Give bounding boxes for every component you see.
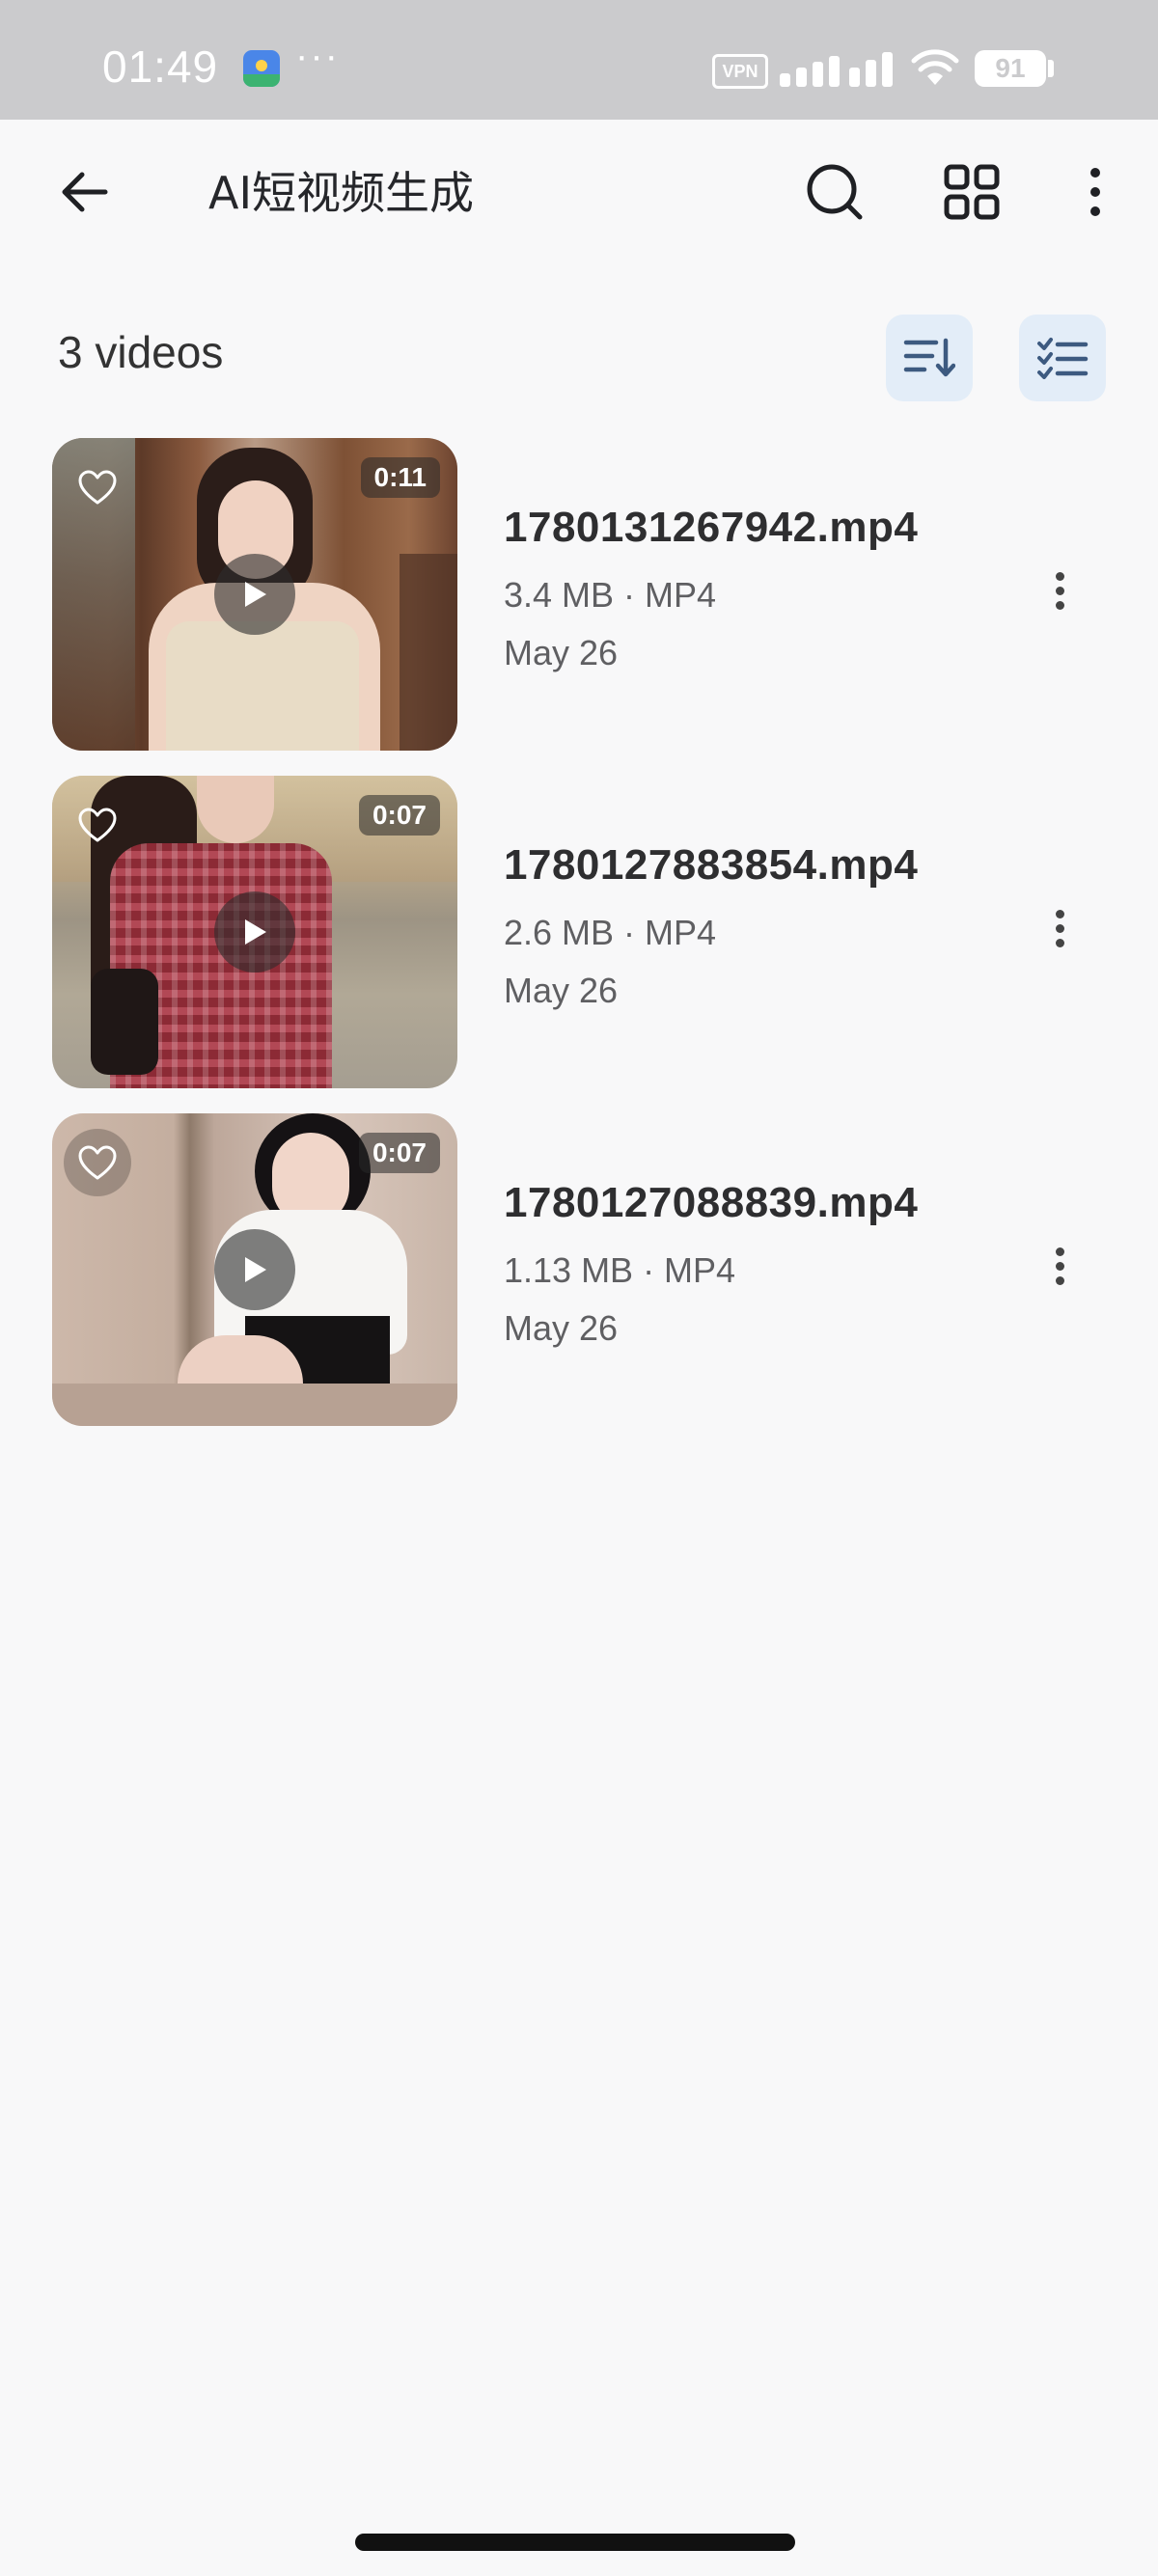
video-meta: 2.6 MB · MP4 bbox=[504, 913, 717, 952]
heart-icon bbox=[78, 470, 117, 505]
duration-badge: 0:07 bbox=[358, 1133, 440, 1173]
overflow-menu-button[interactable] bbox=[1052, 149, 1139, 235]
heart-icon bbox=[78, 1145, 117, 1180]
signal-icon bbox=[780, 48, 894, 87]
battery-cap bbox=[1048, 60, 1054, 77]
back-arrow-icon bbox=[62, 172, 108, 212]
video-filename: 1780131267942.mp4 bbox=[504, 504, 919, 551]
vpn-badge: VPN bbox=[712, 54, 768, 89]
play-button[interactable] bbox=[214, 554, 295, 635]
play-button[interactable] bbox=[214, 891, 295, 973]
duration-badge: 0:07 bbox=[358, 795, 440, 836]
video-meta: 3.4 MB · MP4 bbox=[504, 575, 717, 615]
video-count: 3 videos bbox=[58, 327, 224, 377]
video-date: May 26 bbox=[504, 971, 619, 1010]
status-more-dots: ··· bbox=[295, 35, 340, 77]
status-time: 01:49 bbox=[102, 41, 219, 92]
play-icon bbox=[245, 582, 266, 607]
wifi-icon bbox=[911, 49, 959, 85]
heart-icon bbox=[78, 808, 117, 842]
search-button[interactable] bbox=[791, 149, 878, 235]
more-vertical-icon bbox=[1055, 1247, 1064, 1285]
battery-icon: 91 bbox=[975, 50, 1046, 87]
video-thumbnail[interactable]: 0:11 bbox=[52, 438, 457, 751]
page-title: AI短视频生成 bbox=[208, 167, 475, 219]
duration-badge: 0:11 bbox=[360, 457, 440, 498]
play-icon bbox=[245, 919, 266, 945]
list-item[interactable]: 0:07 1780127088839.mp4 1.13 MB · MP4 May… bbox=[0, 1113, 1158, 1426]
item-more-button[interactable] bbox=[1023, 554, 1096, 627]
favorite-button[interactable] bbox=[64, 1129, 131, 1196]
sort-icon bbox=[903, 338, 955, 377]
list-item[interactable]: 0:07 1780127883854.mp4 2.6 MB · MP4 May … bbox=[0, 776, 1158, 1088]
more-vertical-icon bbox=[1055, 909, 1064, 947]
play-icon bbox=[245, 1257, 266, 1282]
back-button[interactable] bbox=[41, 149, 127, 235]
home-indicator[interactable] bbox=[355, 2534, 795, 2551]
video-filename: 1780127883854.mp4 bbox=[504, 841, 919, 889]
video-thumbnail[interactable]: 0:07 bbox=[52, 1113, 457, 1426]
favorite-button[interactable] bbox=[64, 791, 131, 859]
more-vertical-icon bbox=[1090, 168, 1100, 216]
item-more-button[interactable] bbox=[1023, 891, 1096, 965]
favorite-button[interactable] bbox=[64, 453, 131, 521]
status-bar: 01:49 ··· VPN 91 bbox=[0, 0, 1158, 120]
list-item[interactable]: 0:11 1780131267942.mp4 3.4 MB · MP4 May … bbox=[0, 438, 1158, 751]
video-meta: 1.13 MB · MP4 bbox=[504, 1250, 736, 1290]
app-bar: AI短视频生成 bbox=[0, 120, 1158, 262]
more-vertical-icon bbox=[1055, 571, 1064, 610]
multi-select-icon bbox=[1037, 338, 1089, 379]
play-button[interactable] bbox=[214, 1229, 295, 1310]
video-thumbnail[interactable]: 0:07 bbox=[52, 776, 457, 1088]
item-more-button[interactable] bbox=[1023, 1229, 1096, 1302]
search-icon bbox=[807, 164, 863, 220]
sort-button[interactable] bbox=[886, 315, 973, 401]
grid-view-button[interactable] bbox=[928, 149, 1015, 235]
app-icon bbox=[243, 50, 280, 87]
video-date: May 26 bbox=[504, 633, 619, 672]
multi-select-button[interactable] bbox=[1019, 315, 1106, 401]
video-filename: 1780127088839.mp4 bbox=[504, 1179, 919, 1226]
video-date: May 26 bbox=[504, 1308, 619, 1348]
grid-view-icon bbox=[944, 164, 1000, 220]
